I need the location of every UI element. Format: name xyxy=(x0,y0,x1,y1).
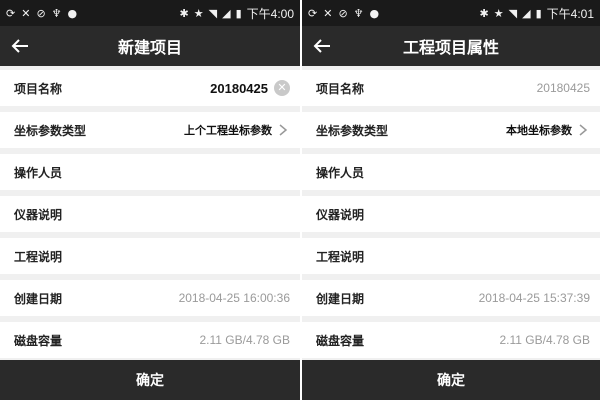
back-arrow-icon xyxy=(313,39,330,53)
form-list: 项目名称 ✕ 坐标参数类型 上个工程坐标参数 操作人员 仪器说明 工程说明 创建… xyxy=(0,66,300,358)
page-title: 工程项目属性 xyxy=(402,38,499,57)
chevron-right-icon xyxy=(276,123,290,137)
project-name-row: 项目名称 20180425 xyxy=(302,70,600,106)
cell-signal-icon: ◢ xyxy=(522,6,531,20)
field-label: 创建日期 xyxy=(316,291,365,306)
instrument-row[interactable]: 仪器说明 xyxy=(302,196,600,232)
coord-type-row[interactable]: 坐标参数类型 上个工程坐标参数 xyxy=(0,112,300,148)
field-label: 工程说明 xyxy=(316,249,365,264)
mute-icon: ✕ xyxy=(21,6,31,20)
form-list: 项目名称 20180425 坐标参数类型 本地坐标参数 操作人员 仪器说明 工程… xyxy=(302,66,600,358)
location-icon: ● xyxy=(369,6,380,20)
coord-type-value: 上个工程坐标参数 xyxy=(184,124,272,137)
confirm-button[interactable]: 确定 xyxy=(302,360,600,400)
back-button[interactable] xyxy=(302,26,342,66)
field-label: 项目名称 xyxy=(316,81,365,96)
disk-capacity-value: 2.11 GB/4.78 GB xyxy=(199,333,291,347)
field-label: 工程说明 xyxy=(14,249,63,264)
coord-type-row[interactable]: 坐标参数类型 本地坐标参数 xyxy=(302,112,600,148)
project-desc-row[interactable]: 工程说明 xyxy=(302,238,600,274)
operator-row[interactable]: 操作人员 xyxy=(0,154,300,190)
field-label: 创建日期 xyxy=(14,291,63,306)
field-label: 仪器说明 xyxy=(316,207,365,222)
wifi-icon: ◥ xyxy=(508,6,518,20)
operator-row[interactable]: 操作人员 xyxy=(302,154,600,190)
field-label: 磁盘容量 xyxy=(316,333,365,348)
back-arrow-icon xyxy=(11,39,28,53)
usb-icon: ♆ xyxy=(51,6,62,20)
signal-off-icon: ⊘ xyxy=(338,6,348,20)
app-bar: 工程项目属性 xyxy=(302,26,600,66)
field-label: 操作人员 xyxy=(316,165,365,180)
cell-signal-icon: ◢ xyxy=(222,6,231,20)
field-label: 项目名称 xyxy=(14,81,63,96)
location-icon: ● xyxy=(67,6,78,20)
bluetooth-icon: ✱ xyxy=(479,6,489,20)
status-time: 下午4:00 xyxy=(246,6,294,21)
battery-icon: ▮ xyxy=(535,6,542,20)
usb-icon: ♆ xyxy=(353,6,364,20)
mute-icon: ✕ xyxy=(323,6,333,20)
status-bar: ⟳ ✕ ⊘ ♆ ● ✱ ★ ◥ ◢ ▮ 下午4:01 xyxy=(302,0,600,26)
signal-off-icon: ⊘ xyxy=(36,6,46,20)
disk-capacity-row: 磁盘容量 2.11 GB/4.78 GB xyxy=(0,322,300,358)
field-label: 坐标参数类型 xyxy=(14,123,87,138)
field-label: 操作人员 xyxy=(14,165,63,180)
disk-capacity-value: 2.11 GB/4.78 GB xyxy=(499,333,591,347)
created-date-row: 创建日期 2018-04-25 16:00:36 xyxy=(0,280,300,316)
app-bar: 新建项目 xyxy=(0,26,300,66)
created-date-value: 2018-04-25 16:00:36 xyxy=(178,291,290,305)
clear-icon[interactable]: ✕ xyxy=(274,80,290,96)
star-icon: ★ xyxy=(193,6,204,20)
created-date-row: 创建日期 2018-04-25 15:37:39 xyxy=(302,280,600,316)
project-name-row[interactable]: 项目名称 ✕ xyxy=(0,70,300,106)
sync-icon: ⟳ xyxy=(308,6,318,20)
chevron-right-icon xyxy=(576,123,590,137)
field-label: 坐标参数类型 xyxy=(316,123,389,138)
project-name-input[interactable] xyxy=(148,80,268,96)
coord-type-value: 本地坐标参数 xyxy=(506,124,572,137)
field-label: 仪器说明 xyxy=(14,207,63,222)
project-name-value: 20180425 xyxy=(536,81,590,95)
project-properties-screen: ⟳ ✕ ⊘ ♆ ● ✱ ★ ◥ ◢ ▮ 下午4:01 工程项目属性 项目名称 2… xyxy=(302,0,600,400)
bluetooth-icon: ✱ xyxy=(179,6,189,20)
disk-capacity-row: 磁盘容量 2.11 GB/4.78 GB xyxy=(302,322,600,358)
status-bar: ⟳ ✕ ⊘ ♆ ● ✱ ★ ◥ ◢ ▮ 下午4:00 xyxy=(0,0,300,26)
project-desc-row[interactable]: 工程说明 xyxy=(0,238,300,274)
new-project-screen: ⟳ ✕ ⊘ ♆ ● ✱ ★ ◥ ◢ ▮ 下午4:00 新建项目 项目名称 ✕ xyxy=(0,0,300,400)
back-button[interactable] xyxy=(0,26,40,66)
page-title: 新建项目 xyxy=(117,38,182,57)
battery-icon: ▮ xyxy=(235,6,242,20)
confirm-button[interactable]: 确定 xyxy=(0,360,300,400)
created-date-value: 2018-04-25 15:37:39 xyxy=(478,291,590,305)
star-icon: ★ xyxy=(493,6,504,20)
sync-icon: ⟳ xyxy=(6,6,16,20)
status-time: 下午4:01 xyxy=(546,6,594,21)
field-label: 磁盘容量 xyxy=(14,333,63,348)
instrument-row[interactable]: 仪器说明 xyxy=(0,196,300,232)
wifi-icon: ◥ xyxy=(208,6,218,20)
